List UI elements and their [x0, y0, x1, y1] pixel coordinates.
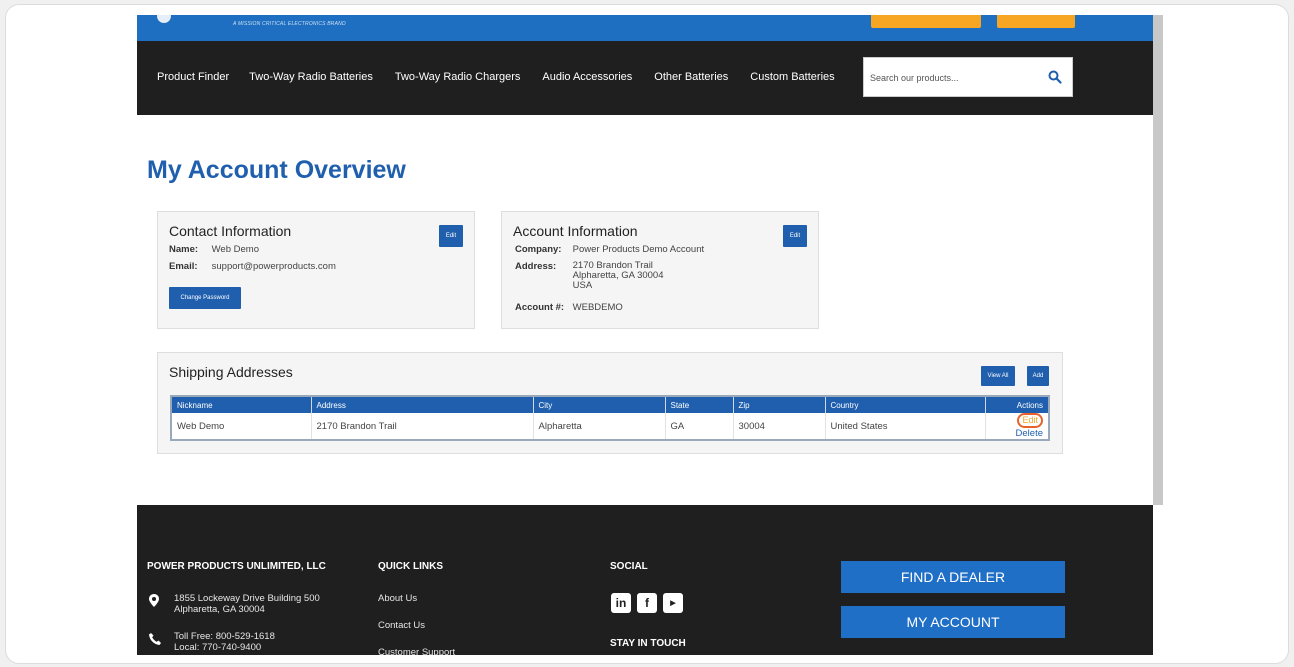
- main-nav: Product Finder Two-Way Radio Batteries T…: [137, 41, 1153, 115]
- company-row: Company: Power Products Demo Account: [515, 244, 704, 255]
- nav-two-way-radio-batteries[interactable]: Two-Way Radio Batteries: [249, 71, 373, 83]
- footer-link-contact-us[interactable]: Contact Us: [378, 620, 425, 631]
- cell-country: United States: [825, 413, 986, 440]
- nav-other-batteries[interactable]: Other Batteries: [654, 71, 728, 83]
- footer-phones: Toll Free: 800-529-1618 Local: 770-740-9…: [174, 631, 275, 653]
- facebook-icon[interactable]: f: [637, 593, 657, 613]
- add-address-button[interactable]: Add: [1027, 366, 1049, 386]
- footer-link-customer-support[interactable]: Customer Support: [378, 647, 455, 655]
- footer-link-about-us[interactable]: About Us: [378, 593, 417, 604]
- cell-zip: 30004: [733, 413, 826, 440]
- name-value: Web Demo: [211, 244, 259, 255]
- youtube-icon[interactable]: ▶: [663, 593, 683, 613]
- account-edit-button[interactable]: Edit: [783, 225, 807, 247]
- location-pin-icon: [149, 594, 159, 607]
- footer-social-heading: SOCIAL: [610, 561, 648, 572]
- account-information-card: Account Information Edit Company: Power …: [501, 211, 819, 329]
- search-icon[interactable]: [1048, 70, 1062, 84]
- account-number-label: Account #:: [515, 302, 565, 313]
- my-account-button[interactable]: MY ACCOUNT: [841, 606, 1065, 638]
- shipping-addresses-table: Nickname Address City State Zip Country …: [170, 395, 1050, 441]
- name-label: Name:: [169, 244, 199, 255]
- address-label: Address:: [515, 261, 557, 272]
- search-box: [863, 57, 1073, 97]
- table-header-row: Nickname Address City State Zip Country …: [171, 396, 1049, 413]
- company-value: Power Products Demo Account: [572, 244, 705, 255]
- top-bar: A MISSION CRITICAL ELECTRONICS BRAND: [137, 15, 1153, 41]
- footer-address: 1855 Lockeway Drive Building 500 Alphare…: [174, 593, 320, 615]
- footer-company-heading: POWER PRODUCTS UNLIMITED, LLC: [147, 561, 326, 572]
- view-all-button[interactable]: View All: [981, 366, 1015, 386]
- email-label: Email:: [169, 261, 198, 272]
- page-title: My Account Overview: [147, 156, 406, 184]
- table-row: Web Demo 2170 Brandon Trail Alpharetta G…: [171, 413, 1049, 440]
- browser-frame: A MISSION CRITICAL ELECTRONICS BRAND Pro…: [5, 4, 1289, 664]
- linkedin-icon[interactable]: in: [611, 593, 631, 613]
- shipping-addresses-panel: Shipping Addresses View All Add Nickname…: [157, 352, 1063, 454]
- search-input[interactable]: [870, 70, 1040, 86]
- top-action-button-1[interactable]: [871, 15, 981, 28]
- col-state[interactable]: State: [665, 396, 734, 413]
- contact-name-row: Name: Web Demo: [169, 244, 259, 255]
- nav-audio-accessories[interactable]: Audio Accessories: [542, 71, 632, 83]
- find-a-dealer-button[interactable]: FIND A DEALER: [841, 561, 1065, 593]
- cell-actions: Edit Delete: [985, 413, 1049, 440]
- col-nickname[interactable]: Nickname: [171, 396, 312, 413]
- address-row: Address: 2170 Brandon Trail Alpharetta, …: [515, 261, 663, 291]
- row-delete-link[interactable]: Delete: [1016, 428, 1043, 439]
- company-label: Company:: [515, 244, 562, 255]
- col-address[interactable]: Address: [311, 396, 534, 413]
- contact-email-row: Email: support@powerproducts.com: [169, 261, 336, 272]
- shipping-heading: Shipping Addresses: [169, 364, 293, 380]
- phone-icon: [149, 633, 161, 645]
- change-password-button[interactable]: Change Password: [169, 287, 241, 309]
- contact-edit-button[interactable]: Edit: [439, 225, 463, 247]
- email-value: support@powerproducts.com: [211, 261, 336, 272]
- col-actions: Actions: [985, 396, 1049, 413]
- nav-product-finder[interactable]: Product Finder: [157, 71, 229, 83]
- brand-tagline: A MISSION CRITICAL ELECTRONICS BRAND: [233, 21, 346, 27]
- col-country[interactable]: Country: [825, 396, 986, 413]
- brand-logo[interactable]: [157, 15, 171, 23]
- site-footer: POWER PRODUCTS UNLIMITED, LLC 1855 Locke…: [137, 505, 1153, 655]
- cell-address: 2170 Brandon Trail: [311, 413, 534, 440]
- col-city[interactable]: City: [533, 396, 666, 413]
- contact-heading: Contact Information: [169, 223, 292, 239]
- footer-stay-in-touch-heading: STAY IN TOUCH: [610, 638, 686, 649]
- cell-nickname: Web Demo: [171, 413, 312, 440]
- row-edit-link[interactable]: Edit: [1017, 413, 1043, 428]
- account-heading: Account Information: [513, 223, 638, 239]
- contact-information-card: Contact Information Edit Name: Web Demo …: [157, 211, 475, 329]
- cell-state: GA: [665, 413, 734, 440]
- account-number-value: WEBDEMO: [572, 302, 623, 313]
- account-number-row: Account #: WEBDEMO: [515, 302, 623, 313]
- nav-custom-batteries[interactable]: Custom Batteries: [750, 71, 834, 83]
- address-value: 2170 Brandon Trail Alpharetta, GA 30004 …: [572, 260, 664, 291]
- nav-two-way-radio-chargers[interactable]: Two-Way Radio Chargers: [395, 71, 521, 83]
- vertical-scrollbar[interactable]: [1153, 15, 1163, 505]
- col-zip[interactable]: Zip: [733, 396, 826, 413]
- cell-city: Alpharetta: [533, 413, 666, 440]
- footer-quick-links-heading: QUICK LINKS: [378, 561, 443, 572]
- page-viewport: A MISSION CRITICAL ELECTRONICS BRAND Pro…: [137, 15, 1153, 655]
- top-action-button-2[interactable]: [997, 15, 1075, 28]
